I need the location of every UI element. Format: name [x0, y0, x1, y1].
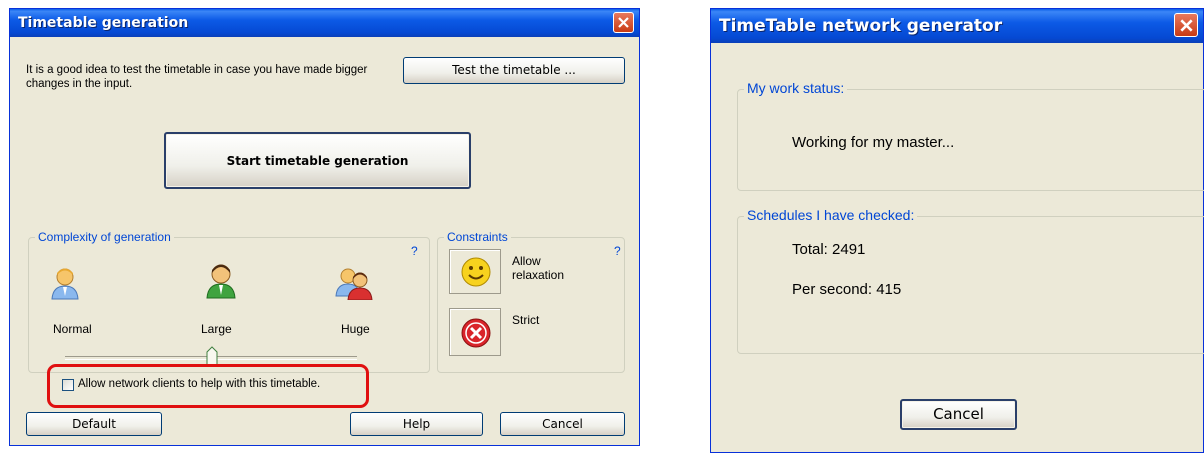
work-status-legend: My work status: — [744, 80, 848, 96]
strict-label: Strict — [512, 313, 540, 327]
strict-button[interactable] — [449, 308, 501, 356]
title-bar: TimeTable network generator — [711, 9, 1203, 43]
cancel-button[interactable]: Cancel — [500, 412, 625, 436]
info-text: It is a good idea to test the timetable … — [26, 64, 368, 90]
test-timetable-button[interactable]: Test the timetable ... — [403, 57, 625, 84]
work-status-text: Working for my master... — [792, 134, 955, 151]
normal-label: Normal — [53, 322, 92, 336]
title-bar: Timetable generation — [10, 9, 639, 37]
timetable-generation-dialog: Timetable generation It is a good idea t… — [9, 8, 640, 446]
help-button[interactable]: Help — [350, 412, 483, 436]
close-icon — [618, 17, 629, 28]
cancel-button[interactable]: Cancel — [900, 399, 1017, 430]
user-normal-icon[interactable] — [49, 266, 81, 300]
close-icon — [1180, 19, 1193, 32]
user-large-icon[interactable] — [204, 263, 238, 299]
schedules-group: Schedules I have checked: Total: 2491 Pe… — [737, 207, 1204, 354]
complexity-group: Complexity of generation ? Normal Large … — [28, 230, 430, 373]
start-generation-button[interactable]: Start timetable generation — [164, 132, 471, 189]
dialog-title: Timetable generation — [18, 15, 189, 31]
smiley-icon — [461, 257, 491, 287]
network-clients-checkbox[interactable] — [62, 379, 74, 391]
total-text: Total: 2491 — [792, 241, 866, 258]
complexity-slider[interactable] — [65, 346, 357, 367]
network-clients-label[interactable]: Allow network clients to help with this … — [78, 378, 320, 390]
default-button[interactable]: Default — [26, 412, 162, 436]
complexity-legend: Complexity of generation — [35, 230, 174, 244]
dialog-title: TimeTable network generator — [719, 16, 1003, 36]
allow-relaxation-label: Allow relaxation — [512, 254, 565, 282]
complexity-help-link[interactable]: ? — [411, 244, 418, 258]
network-generator-dialog: TimeTable network generator My work stat… — [710, 8, 1204, 453]
constraints-help-link[interactable]: ? — [614, 244, 621, 258]
schedules-legend: Schedules I have checked: — [744, 207, 918, 223]
close-button[interactable] — [613, 12, 634, 33]
error-icon — [461, 318, 491, 348]
constraints-group: Constraints ? Allow relaxation Strict — [437, 230, 625, 373]
large-label: Large — [201, 322, 232, 336]
users-huge-icon[interactable] — [335, 266, 373, 300]
per-second-text: Per second: 415 — [792, 281, 902, 298]
work-status-group: My work status: Working for my master... — [737, 80, 1204, 191]
constraints-legend: Constraints — [444, 230, 511, 244]
close-button[interactable] — [1174, 13, 1198, 37]
huge-label: Huge — [341, 322, 370, 336]
allow-relaxation-button[interactable] — [449, 249, 501, 294]
